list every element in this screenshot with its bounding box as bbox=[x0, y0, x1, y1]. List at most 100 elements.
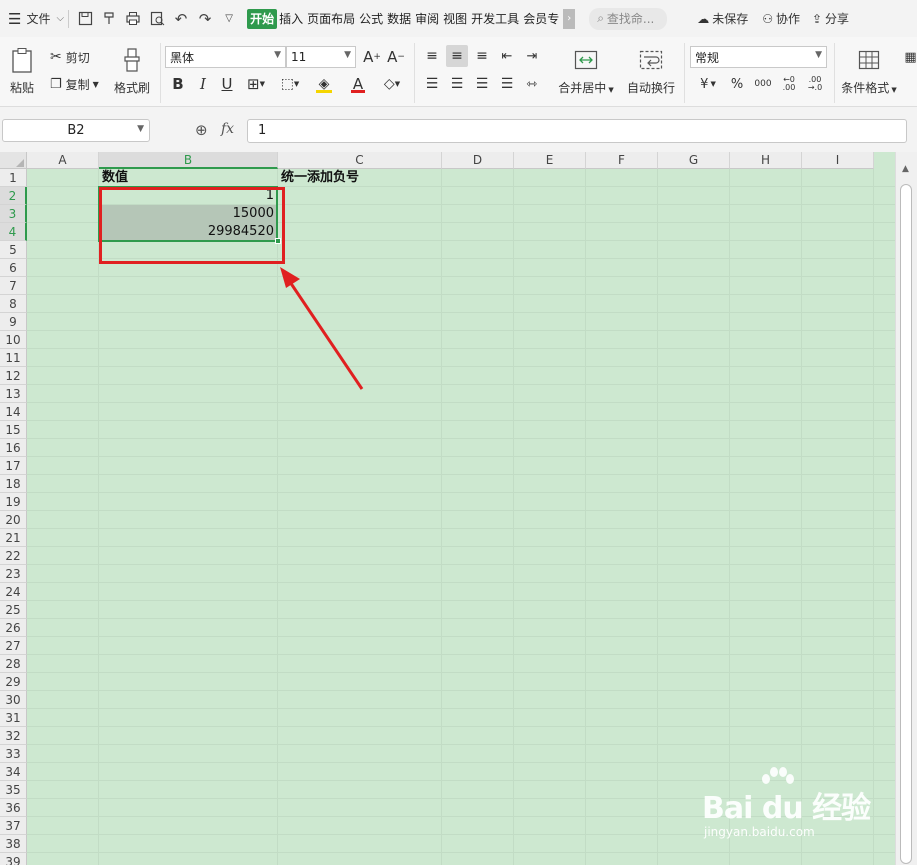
row-header-32[interactable]: 32 bbox=[0, 727, 27, 745]
decrease-decimal-icon[interactable]: .00 →.0 bbox=[804, 74, 826, 94]
increase-decimal-icon[interactable]: ←0.00 bbox=[778, 74, 800, 94]
increase-font-icon[interactable]: A + bbox=[362, 46, 382, 68]
fill-color-icon[interactable]: ◈ bbox=[310, 73, 338, 95]
more-tabs-chevron-icon[interactable]: › bbox=[563, 8, 576, 29]
undo-icon[interactable]: ↶ bbox=[169, 7, 193, 31]
align-middle-icon[interactable]: ≡ bbox=[446, 45, 468, 67]
search-box[interactable]: ⌕ 查找命... bbox=[589, 7, 668, 30]
row-header-12[interactable]: 12 bbox=[0, 367, 27, 385]
format-painter-button[interactable]: 格式刷 bbox=[110, 43, 154, 99]
row-header-35[interactable]: 35 bbox=[0, 781, 27, 799]
font-color-icon[interactable]: A bbox=[344, 73, 372, 95]
row-header-38[interactable]: 38 bbox=[0, 835, 27, 853]
copy-button[interactable]: ❐ 复制 ▼ bbox=[50, 74, 99, 94]
row-header-37[interactable]: 37 bbox=[0, 817, 27, 835]
tab-data[interactable]: 数据 bbox=[385, 9, 413, 29]
row-header-26[interactable]: 26 bbox=[0, 619, 27, 637]
row-header-30[interactable]: 30 bbox=[0, 691, 27, 709]
name-box[interactable]: B2 ▼ bbox=[2, 119, 150, 142]
row-header-7[interactable]: 7 bbox=[0, 277, 27, 295]
row-header-15[interactable]: 15 bbox=[0, 421, 27, 439]
column-header-A[interactable]: A bbox=[27, 152, 99, 169]
cell-C1[interactable]: 统一添加负号 bbox=[278, 169, 442, 187]
row-header-1[interactable]: 1 bbox=[0, 169, 27, 187]
wrap-text-button[interactable]: 自动换行 bbox=[624, 45, 678, 101]
tab-review[interactable]: 审阅 bbox=[413, 9, 441, 29]
row-header-9[interactable]: 9 bbox=[0, 313, 27, 331]
scroll-up-icon[interactable]: ▲ bbox=[902, 164, 909, 174]
spreadsheet-grid[interactable]: ABCDEFGHI 1 2 3 4 5 6 7 8 9 10 11 12 13 14 15 16 17 18 19 2… bbox=[0, 152, 895, 865]
merge-center-button[interactable]: 合并居中 ▼ bbox=[554, 45, 618, 101]
align-bottom-icon[interactable]: ≡ bbox=[472, 46, 492, 66]
percent-button[interactable]: % bbox=[728, 74, 746, 94]
thousands-button[interactable]: 000 bbox=[752, 74, 774, 94]
print-preview-icon[interactable] bbox=[145, 7, 169, 31]
row-header-11[interactable]: 11 bbox=[0, 349, 27, 367]
fx-button[interactable]: fx bbox=[221, 121, 234, 137]
column-header-E[interactable]: E bbox=[514, 152, 586, 169]
align-right-icon[interactable]: ☰ bbox=[472, 74, 492, 94]
collaborate-button[interactable]: ⚇ 协作 bbox=[762, 0, 800, 37]
font-name-select[interactable]: 黑体 ▼ bbox=[165, 46, 286, 68]
row-header-31[interactable]: 31 bbox=[0, 709, 27, 727]
tab-formulas[interactable]: 公式 bbox=[357, 9, 385, 29]
formula-input[interactable]: 1 bbox=[247, 119, 907, 143]
paste-button[interactable]: 粘贴 bbox=[4, 43, 40, 99]
row-header-29[interactable]: 29 bbox=[0, 673, 27, 691]
row-header-18[interactable]: 18 bbox=[0, 475, 27, 493]
row-header-13[interactable]: 13 bbox=[0, 385, 27, 403]
column-header-I[interactable]: I bbox=[802, 152, 874, 169]
row-header-3[interactable]: 3 bbox=[0, 205, 27, 223]
scrollbar-thumb[interactable] bbox=[900, 184, 912, 864]
row-header-24[interactable]: 24 bbox=[0, 583, 27, 601]
fill-pattern-icon[interactable]: ⬚ ▼ bbox=[276, 73, 304, 95]
column-header-B[interactable]: B bbox=[99, 152, 278, 169]
file-menu[interactable]: ☰ 文件 ⌵ bbox=[8, 0, 64, 37]
share-button[interactable]: ⇪ 分享 bbox=[812, 0, 849, 37]
column-header-D[interactable]: D bbox=[442, 152, 514, 169]
column-header-F[interactable]: F bbox=[586, 152, 658, 169]
row-header-2[interactable]: 2 bbox=[0, 187, 27, 205]
distribute-icon[interactable]: ⇿ bbox=[522, 74, 542, 94]
row-header-4[interactable]: 4 bbox=[0, 223, 27, 241]
row-header-33[interactable]: 33 bbox=[0, 745, 27, 763]
print-icon[interactable] bbox=[121, 7, 145, 31]
conditional-format-button[interactable]: 条件格式 ▼ bbox=[838, 45, 900, 101]
align-left-icon[interactable]: ☰ bbox=[422, 74, 442, 94]
cell-B1[interactable]: 数值 bbox=[99, 169, 278, 187]
row-header-16[interactable]: 16 bbox=[0, 439, 27, 457]
italic-icon[interactable]: I bbox=[193, 73, 213, 95]
zoom-search-icon[interactable]: ⊕ bbox=[195, 121, 208, 139]
column-header-C[interactable]: C bbox=[278, 152, 442, 169]
currency-button[interactable]: ¥ ▼ bbox=[694, 74, 722, 94]
row-header-21[interactable]: 21 bbox=[0, 529, 27, 547]
cut-button[interactable]: ✂ 剪切 bbox=[50, 47, 90, 67]
row-header-17[interactable]: 17 bbox=[0, 457, 27, 475]
align-top-icon[interactable]: ≡ bbox=[422, 46, 442, 66]
tab-insert[interactable]: 插入 bbox=[277, 9, 305, 29]
row-header-36[interactable]: 36 bbox=[0, 799, 27, 817]
row-header-34[interactable]: 34 bbox=[0, 763, 27, 781]
row-header-20[interactable]: 20 bbox=[0, 511, 27, 529]
tab-developer[interactable]: 开发工具 bbox=[469, 9, 521, 29]
align-center-icon[interactable]: ☰ bbox=[447, 74, 467, 94]
unsaved-status[interactable]: ☁ 未保存 bbox=[697, 0, 748, 37]
format-painter-quick-icon[interactable] bbox=[97, 7, 121, 31]
row-header-19[interactable]: 19 bbox=[0, 493, 27, 511]
column-header-H[interactable]: H bbox=[730, 152, 802, 169]
bold-icon[interactable]: B bbox=[168, 73, 188, 95]
row-header-22[interactable]: 22 bbox=[0, 547, 27, 565]
row-header-5[interactable]: 5 bbox=[0, 241, 27, 259]
tab-member[interactable]: 会员专享 bbox=[521, 9, 563, 29]
row-header-27[interactable]: 27 bbox=[0, 637, 27, 655]
tab-start[interactable]: 开始 bbox=[247, 8, 278, 29]
row-header-39[interactable]: 39 bbox=[0, 853, 27, 865]
underline-icon[interactable]: U bbox=[217, 73, 237, 95]
row-header-14[interactable]: 14 bbox=[0, 403, 27, 421]
clear-format-icon[interactable]: ◇ ▼ bbox=[378, 73, 406, 95]
font-size-select[interactable]: 11 ▼ bbox=[286, 46, 356, 68]
vertical-scrollbar[interactable]: ▲ bbox=[895, 152, 917, 865]
row-header-10[interactable]: 10 bbox=[0, 331, 27, 349]
redo-icon[interactable]: ↷ bbox=[193, 7, 217, 31]
tab-view[interactable]: 视图 bbox=[441, 9, 469, 29]
